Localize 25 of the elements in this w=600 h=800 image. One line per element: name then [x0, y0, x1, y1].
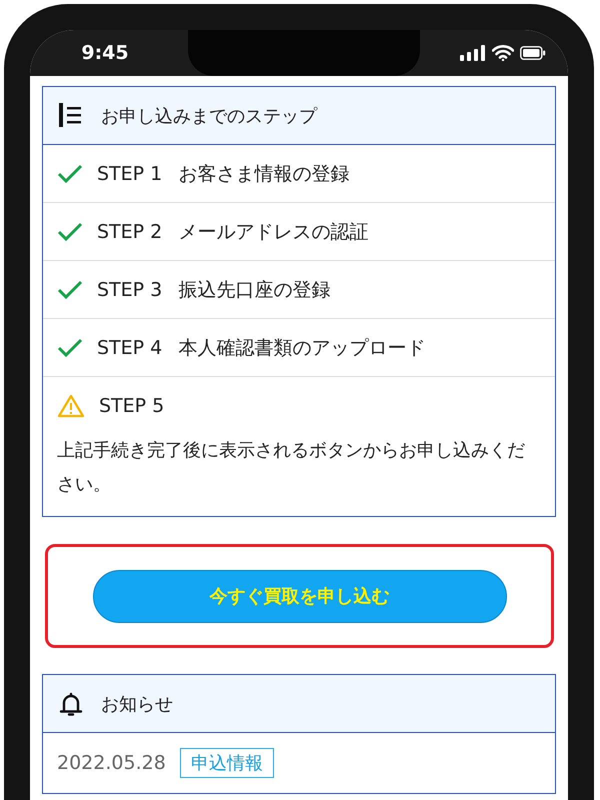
wifi-icon — [492, 45, 514, 61]
status-time: 9:45 — [80, 42, 130, 64]
card-title: お知らせ — [101, 692, 173, 716]
step-label: STEP 4 — [97, 336, 162, 358]
step-label: STEP 3 — [97, 278, 162, 300]
step-text: お客さま情報の登録 — [178, 162, 350, 186]
check-icon — [57, 164, 83, 184]
signal-icon — [460, 45, 486, 61]
check-icon — [57, 338, 83, 358]
warning-icon — [57, 394, 85, 418]
apply-button[interactable]: 今すぐ買取を申し込む — [92, 570, 506, 622]
check-icon — [57, 222, 83, 242]
step-label: STEP 1 — [97, 162, 162, 184]
step-text: メールアドレスの認証 — [178, 220, 368, 244]
notice-tag: 申込情報 — [180, 748, 274, 778]
notice-date: 2022.05.28 — [57, 752, 166, 774]
step-text: 本人確認書類のアップロード — [178, 336, 426, 360]
step-label: STEP 5 — [99, 394, 164, 416]
check-icon — [57, 280, 83, 300]
card-title: お申し込みまでのステップ — [101, 104, 317, 128]
step-note: 上記手続き完了後に表示されるボタンからお申し込みください。 — [57, 439, 526, 497]
step-text: 振込先口座の登録 — [178, 278, 330, 302]
bell-icon — [59, 690, 83, 716]
battery-icon — [520, 46, 546, 60]
step-label: STEP 2 — [97, 220, 162, 242]
